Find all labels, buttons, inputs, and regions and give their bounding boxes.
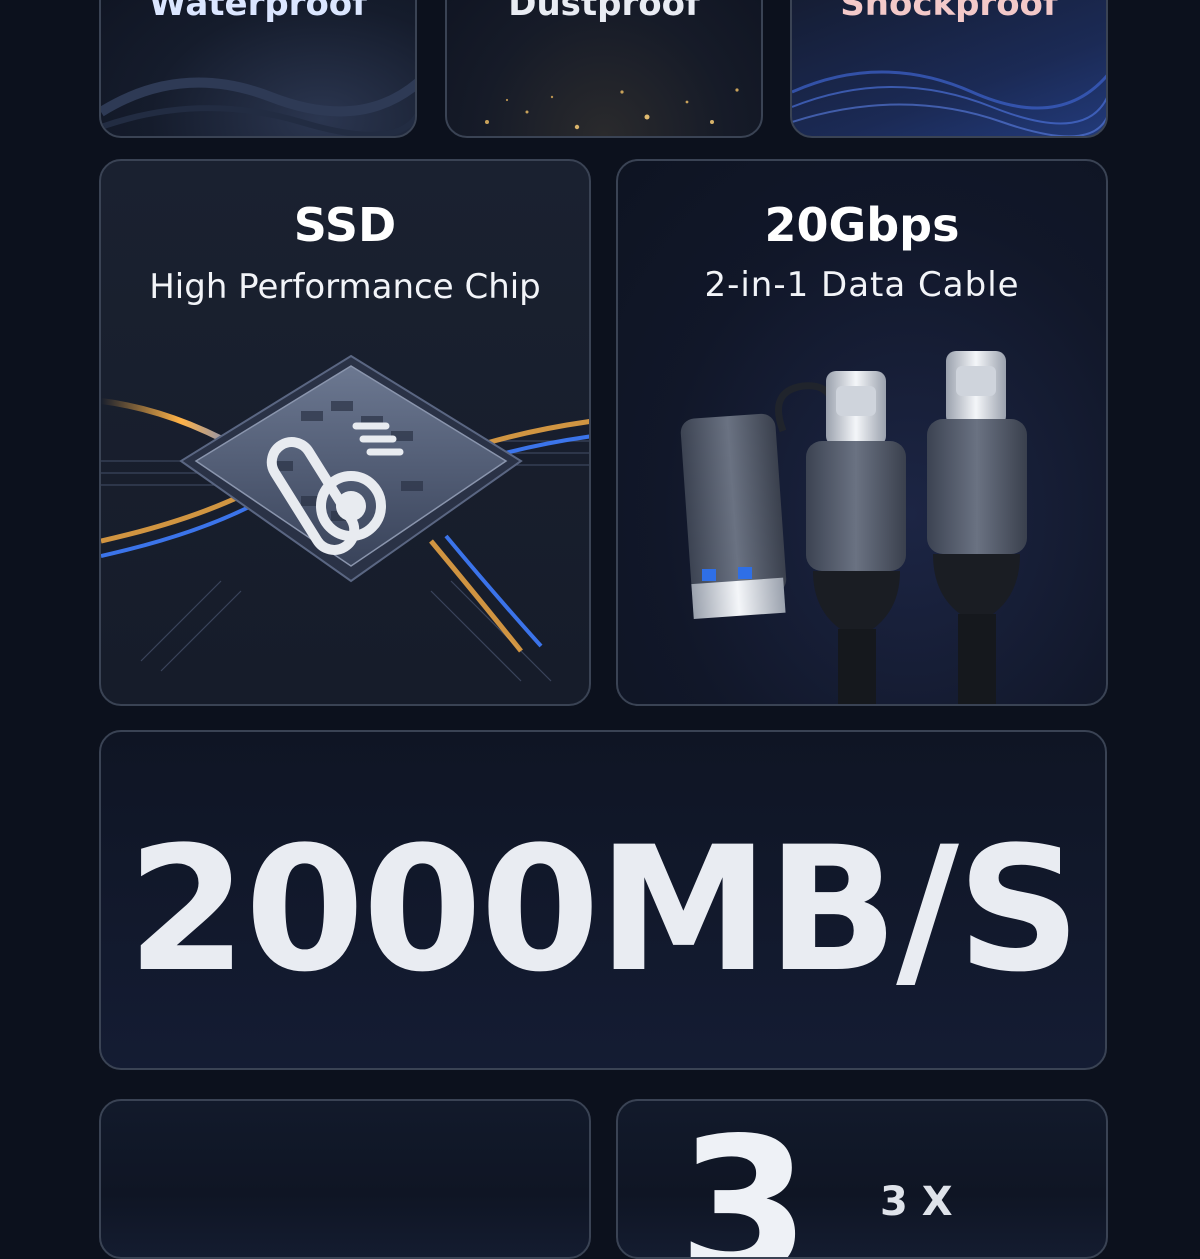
- waterproof-card: Waterproof: [99, 0, 417, 138]
- cable-subtitle: 2-in-1 Data Cable: [704, 265, 1020, 305]
- speed-card: 2000MB/S: [99, 730, 1107, 1070]
- ssd-title: SSD: [293, 198, 397, 252]
- cable-title: 20Gbps: [764, 198, 960, 252]
- dustproof-label: Dustproof: [508, 0, 700, 24]
- waterproof-label: Waterproof: [149, 0, 367, 24]
- ssd-card: SSD High Performance Chip: [99, 159, 591, 706]
- bottom-right-card: 3 3 X: [616, 1099, 1108, 1259]
- cable-card: 20Gbps 2-in-1 Data Cable: [616, 159, 1108, 706]
- transfer-speed: 2000MB/S: [127, 809, 1081, 1010]
- shockproof-label: Shockproof: [840, 0, 1058, 24]
- bottom-multiplier: 3 X: [880, 1179, 953, 1225]
- bottom-left-card: [99, 1099, 591, 1259]
- bottom-digit: 3: [678, 1099, 811, 1259]
- dustproof-card: Dustproof: [445, 0, 763, 138]
- shockproof-card: Shockproof: [790, 0, 1108, 138]
- ssd-subtitle: High Performance Chip: [149, 267, 541, 307]
